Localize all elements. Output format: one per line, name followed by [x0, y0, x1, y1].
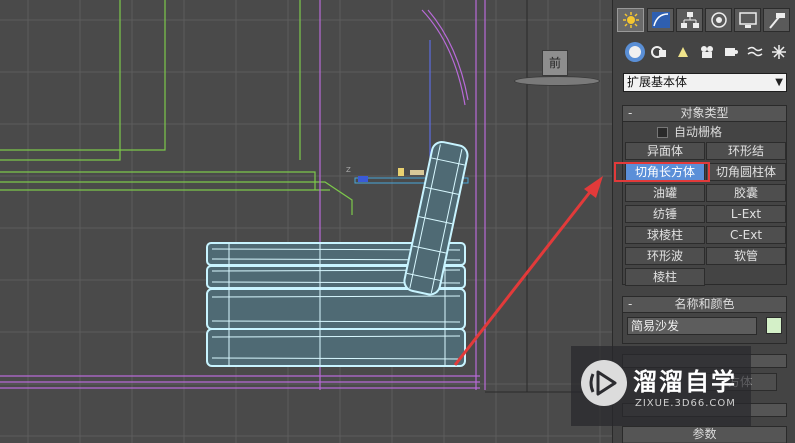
spacewarps-icon[interactable] — [745, 42, 765, 62]
lights-icon[interactable] — [673, 42, 693, 62]
watermark-title: 溜溜自学 — [633, 368, 737, 396]
autogrid-label: 自动栅格 — [674, 125, 723, 139]
gengon-button[interactable]: 球棱柱 — [625, 226, 705, 244]
object-type-title: 对象类型 — [680, 106, 729, 120]
object-type-rollout: - 对象类型 自动栅格 异面体 环形结 切角长方体 切角圆柱体 油罐 胶囊 纺锤… — [622, 105, 787, 286]
spindle-button[interactable]: 纺锤 — [625, 205, 705, 223]
torus-knot-button[interactable]: 环形结 — [706, 142, 786, 160]
dropdown-value: 扩展基本体 — [627, 75, 688, 89]
chamfer-cylinder-button[interactable]: 切角圆柱体 — [706, 163, 786, 181]
curve-icon — [651, 12, 670, 28]
modify-tab[interactable] — [647, 8, 674, 32]
annotation-arrow — [453, 176, 603, 366]
capsule-button[interactable]: 胶囊 — [706, 184, 786, 202]
collapse-icon[interactable]: - — [628, 106, 632, 121]
hierarchy-icon — [680, 12, 699, 28]
viewport-front[interactable]: Z 前 — [0, 0, 612, 443]
ringwave-button[interactable]: 环形波 — [625, 247, 705, 265]
l-ext-button[interactable]: L-Ext — [706, 205, 786, 223]
sofa-wireframe[interactable] — [206, 140, 469, 367]
play-logo-icon — [581, 360, 627, 406]
chevron-down-icon: ▼ — [775, 77, 783, 88]
motion-icon — [710, 12, 727, 28]
sun-star-icon — [622, 12, 639, 28]
params-title: 参数 — [692, 427, 717, 441]
object-type-header[interactable]: - 对象类型 — [623, 106, 786, 122]
svg-text:Z: Z — [346, 166, 351, 174]
hammer-icon — [768, 13, 785, 29]
geometry-icon[interactable] — [625, 42, 645, 62]
cameras-icon[interactable] — [697, 42, 717, 62]
motion-tab[interactable] — [705, 8, 732, 32]
create-tab[interactable] — [617, 8, 644, 32]
view-cube[interactable]: 前 — [542, 50, 568, 76]
collapse-icon[interactable]: - — [628, 297, 632, 312]
view-cube-ring[interactable] — [514, 76, 600, 86]
monitor-icon — [738, 12, 757, 28]
object-color-swatch[interactable] — [766, 317, 782, 334]
autogrid-row[interactable]: 自动栅格 — [657, 124, 722, 140]
autogrid-checkbox[interactable] — [657, 127, 668, 138]
annotation-highlight-box — [614, 162, 710, 182]
prism-button[interactable]: 棱柱 — [625, 268, 705, 286]
params-header[interactable]: 参数 — [623, 427, 786, 442]
display-tab[interactable] — [734, 8, 761, 32]
c-ext-button[interactable]: C-Ext — [706, 226, 786, 244]
category-dropdown[interactable]: 扩展基本体 ▼ — [623, 73, 787, 92]
shapes-icon[interactable] — [649, 42, 669, 62]
utilities-tab[interactable] — [763, 8, 790, 32]
hedra-button[interactable]: 异面体 — [625, 142, 705, 160]
viewport-scene[interactable]: Z — [0, 0, 612, 443]
view-cube-label: 前 — [548, 56, 561, 70]
room-wireframe-green — [0, 0, 353, 215]
oiltank-button[interactable]: 油罐 — [625, 184, 705, 202]
object-name-field[interactable]: 简易沙发 — [627, 317, 757, 335]
hierarchy-tab[interactable] — [676, 8, 703, 32]
systems-icon[interactable] — [769, 42, 789, 62]
name-color-header[interactable]: - 名称和颜色 — [623, 297, 786, 313]
watermark-logo: 溜溜自学 ZIXUE.3D66.COM — [571, 346, 751, 426]
helpers-icon[interactable] — [721, 42, 741, 62]
watermark-url: ZIXUE.3D66.COM — [635, 398, 736, 409]
name-color-rollout: - 名称和颜色 简易沙发 — [622, 296, 787, 344]
hose-button[interactable]: 软管 — [706, 247, 786, 265]
params-rollout: 参数 — [622, 426, 787, 443]
name-color-title: 名称和颜色 — [674, 297, 735, 311]
